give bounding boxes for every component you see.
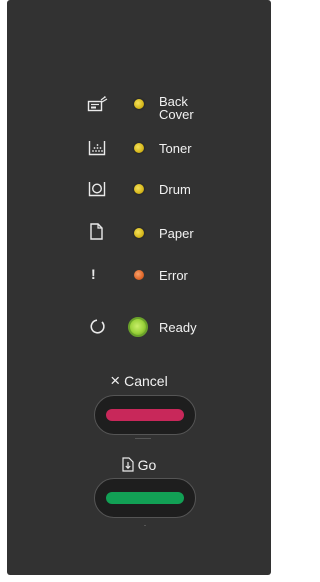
cancel-label: Cancel xyxy=(124,373,168,389)
divider-mark xyxy=(135,438,151,439)
go-document-icon xyxy=(122,457,134,475)
cancel-button-bar xyxy=(106,409,184,421)
paper-icon xyxy=(89,222,111,242)
exclamation-icon: ! xyxy=(91,266,96,282)
indicator-back-cover: Back Cover xyxy=(7,93,271,123)
go-label: Go xyxy=(137,457,157,473)
error-led xyxy=(134,270,144,280)
indicator-error: ! Error xyxy=(7,265,271,285)
x-icon: × xyxy=(110,371,121,390)
bottom-mark xyxy=(144,525,146,526)
power-icon xyxy=(88,317,110,337)
toner-icon xyxy=(88,138,110,158)
back-cover-label-line2: Cover xyxy=(159,107,194,122)
drum-label: Drum xyxy=(159,182,191,197)
back-cover-icon xyxy=(87,95,109,115)
error-label: Error xyxy=(159,268,188,283)
paper-led xyxy=(134,228,144,238)
cancel-button[interactable] xyxy=(94,395,196,435)
toner-led xyxy=(134,143,144,153)
go-button-bar xyxy=(106,492,184,504)
drum-led xyxy=(134,184,144,194)
ready-label: Ready xyxy=(159,320,197,335)
cancel-caption: × Cancel xyxy=(7,371,271,390)
control-panel: Back Cover Toner Drum Paper ! Error Read… xyxy=(7,0,271,575)
indicator-drum: Drum xyxy=(7,179,271,199)
drum-icon xyxy=(88,179,110,199)
back-cover-led xyxy=(134,99,144,109)
go-button[interactable] xyxy=(94,478,196,518)
ready-led xyxy=(128,317,148,337)
indicator-ready: Ready xyxy=(7,315,271,339)
paper-label: Paper xyxy=(159,226,194,241)
go-caption: Go xyxy=(7,457,271,475)
indicator-paper: Paper xyxy=(7,222,271,242)
indicator-toner: Toner xyxy=(7,138,271,158)
toner-label: Toner xyxy=(159,141,192,156)
